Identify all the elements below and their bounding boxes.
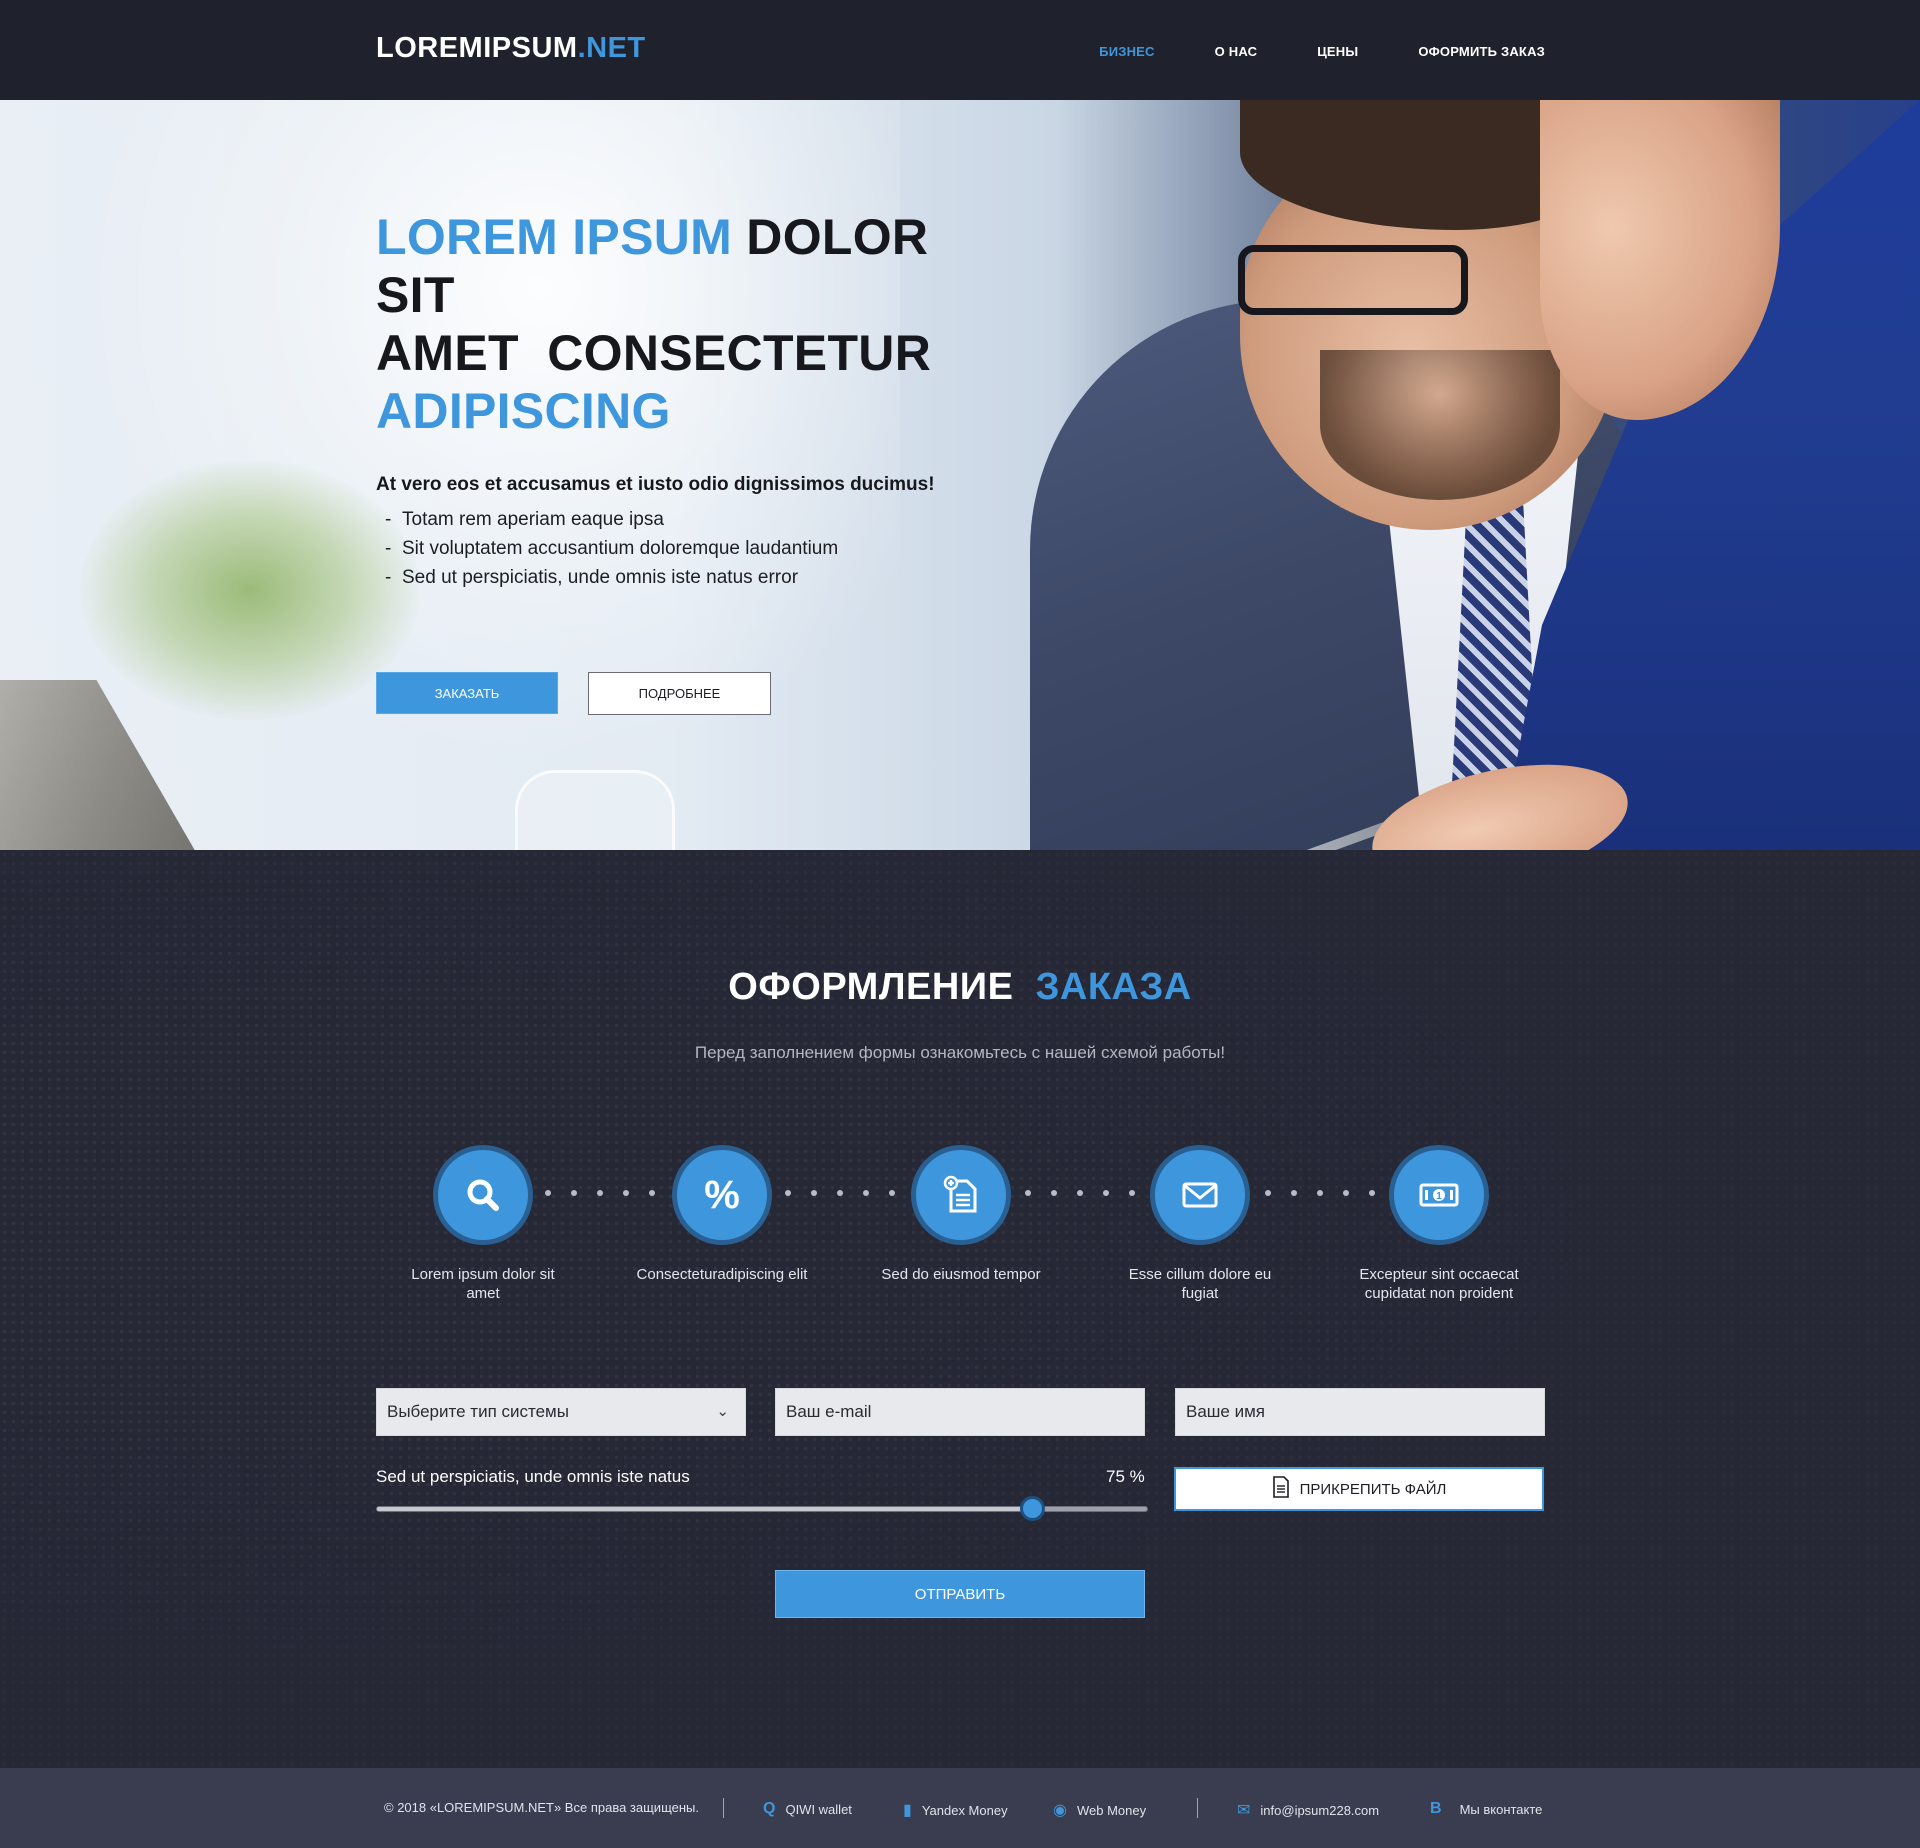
vk-icon: B bbox=[1430, 1800, 1442, 1817]
range-slider-thumb[interactable] bbox=[1019, 1496, 1045, 1521]
webmoney-link[interactable]: ◉ Web Money bbox=[1053, 1800, 1146, 1820]
hero-feature-list: Totam rem aperiam eaque ipsa Sit volupta… bbox=[376, 505, 1016, 592]
order-section: ОФОРМЛЕНИЕ ЗАКАЗА Перед заполнением форм… bbox=[0, 850, 1920, 1768]
step-item: % Consecteturadipiscing elit bbox=[632, 1145, 812, 1284]
section-subtitle: Перед заполнением формы ознакомьтесь с н… bbox=[694, 1043, 1226, 1062]
step-item: Lorem ipsum dolor sit amet bbox=[393, 1145, 573, 1303]
chevron-down-icon: ⌄ bbox=[716, 1403, 729, 1420]
process-steps: Lorem ipsum dolor sit amet % Consectetur… bbox=[0, 1145, 1920, 1345]
list-item: Totam rem aperiam eaque ipsa bbox=[376, 505, 1016, 534]
footer-divider bbox=[723, 1798, 724, 1818]
step-item: Sed do eiusmod tempor bbox=[871, 1145, 1051, 1284]
logo-accent: .NET bbox=[577, 32, 646, 64]
main-nav: БИЗНЕС О НАС ЦЕНЫ ОФОРМИТЬ ЗАКАЗ bbox=[1099, 44, 1545, 59]
hero-content: LOREM IPSUM DOLOR SIT AMET CONSECTETUR A… bbox=[376, 208, 1016, 715]
email-link[interactable]: ✉ info@ipsum228.com bbox=[1237, 1800, 1379, 1820]
details-button[interactable]: ПОДРОБНЕЕ bbox=[588, 672, 771, 715]
search-icon bbox=[433, 1145, 533, 1245]
envelope-icon: ✉ bbox=[1237, 1802, 1251, 1819]
envelope-icon bbox=[1150, 1145, 1250, 1245]
hero-title: LOREM IPSUM DOLOR SIT AMET CONSECTETUR A… bbox=[376, 209, 932, 439]
step-label: Lorem ipsum dolor sit amet bbox=[411, 1266, 555, 1302]
system-type-select[interactable]: Выберите тип системы ⌄ bbox=[376, 1388, 746, 1436]
range-label: Sed ut perspiciatis, unde omnis iste nat… bbox=[376, 1467, 690, 1486]
section-title: ОФОРМЛЕНИЕ ЗАКАЗА bbox=[728, 966, 1192, 1008]
site-header: LOREMIPSUM.NET БИЗНЕС О НАС ЦЕНЫ ОФОРМИТ… bbox=[0, 0, 1920, 100]
step-label: Esse cillum dolore eu fugiat bbox=[1128, 1266, 1272, 1302]
logo-main: LOREMIPSUM bbox=[376, 32, 578, 64]
nav-item-business[interactable]: БИЗНЕС bbox=[1099, 44, 1154, 59]
qiwi-link[interactable]: Q QIWI wallet bbox=[763, 1800, 852, 1818]
banknote-icon: 1 bbox=[1389, 1145, 1489, 1245]
step-label: Sed do eiusmod tempor bbox=[881, 1266, 1041, 1283]
site-logo[interactable]: LOREMIPSUM.NET bbox=[376, 32, 646, 65]
footer-divider bbox=[1197, 1798, 1198, 1818]
list-item: Sit voluptatem accusantium doloremque la… bbox=[376, 534, 1016, 563]
hero-lead: At vero eos et accusamus et iusto odio d… bbox=[376, 474, 935, 495]
vk-link[interactable]: B Мы вконтакте bbox=[1430, 1800, 1542, 1818]
hero-section: LOREM IPSUM DOLOR SIT AMET CONSECTETUR A… bbox=[0, 100, 1920, 850]
submit-button[interactable]: ОТПРАВИТЬ bbox=[775, 1570, 1145, 1618]
percent-icon: % bbox=[672, 1145, 772, 1245]
email-field[interactable]: Ваш e-mail bbox=[775, 1388, 1145, 1436]
order-button[interactable]: ЗАКАЗАТЬ bbox=[376, 672, 558, 714]
svg-text:1: 1 bbox=[1436, 1191, 1442, 1202]
yandex-money-link[interactable]: ▮ Yandex Money bbox=[903, 1800, 1008, 1820]
file-icon bbox=[1272, 1476, 1290, 1502]
step-label: Consecteturadipiscing elit bbox=[636, 1266, 808, 1283]
webmoney-icon: ◉ bbox=[1053, 1802, 1067, 1819]
step-label: Excepteur sint occaecat cupidatat non pr… bbox=[1359, 1266, 1519, 1302]
nav-item-prices[interactable]: ЦЕНЫ bbox=[1317, 44, 1358, 59]
yandex-money-icon: ▮ bbox=[903, 1802, 912, 1819]
copyright: © 2018 «LOREMIPSUM.NET» Все права защище… bbox=[384, 1800, 699, 1815]
attach-file-button[interactable]: ПРИКРЕПИТЬ ФАЙЛ bbox=[1174, 1467, 1544, 1511]
step-item: Esse cillum dolore eu fugiat bbox=[1110, 1145, 1290, 1303]
nav-item-about[interactable]: О НАС bbox=[1215, 44, 1258, 59]
site-footer: © 2018 «LOREMIPSUM.NET» Все права защище… bbox=[0, 1768, 1920, 1848]
document-add-icon bbox=[911, 1145, 1011, 1245]
range-slider-fill bbox=[377, 1507, 1032, 1511]
step-item: 1 Excepteur sint occaecat cupidatat non … bbox=[1349, 1145, 1529, 1303]
nav-item-order[interactable]: ОФОРМИТЬ ЗАКАЗ bbox=[1418, 44, 1545, 59]
name-field[interactable]: Ваше имя bbox=[1175, 1388, 1545, 1436]
range-value: 75 % bbox=[1106, 1467, 1145, 1486]
qiwi-icon: Q bbox=[763, 1800, 776, 1817]
list-item: Sed ut perspiciatis, unde omnis iste nat… bbox=[376, 563, 1016, 592]
